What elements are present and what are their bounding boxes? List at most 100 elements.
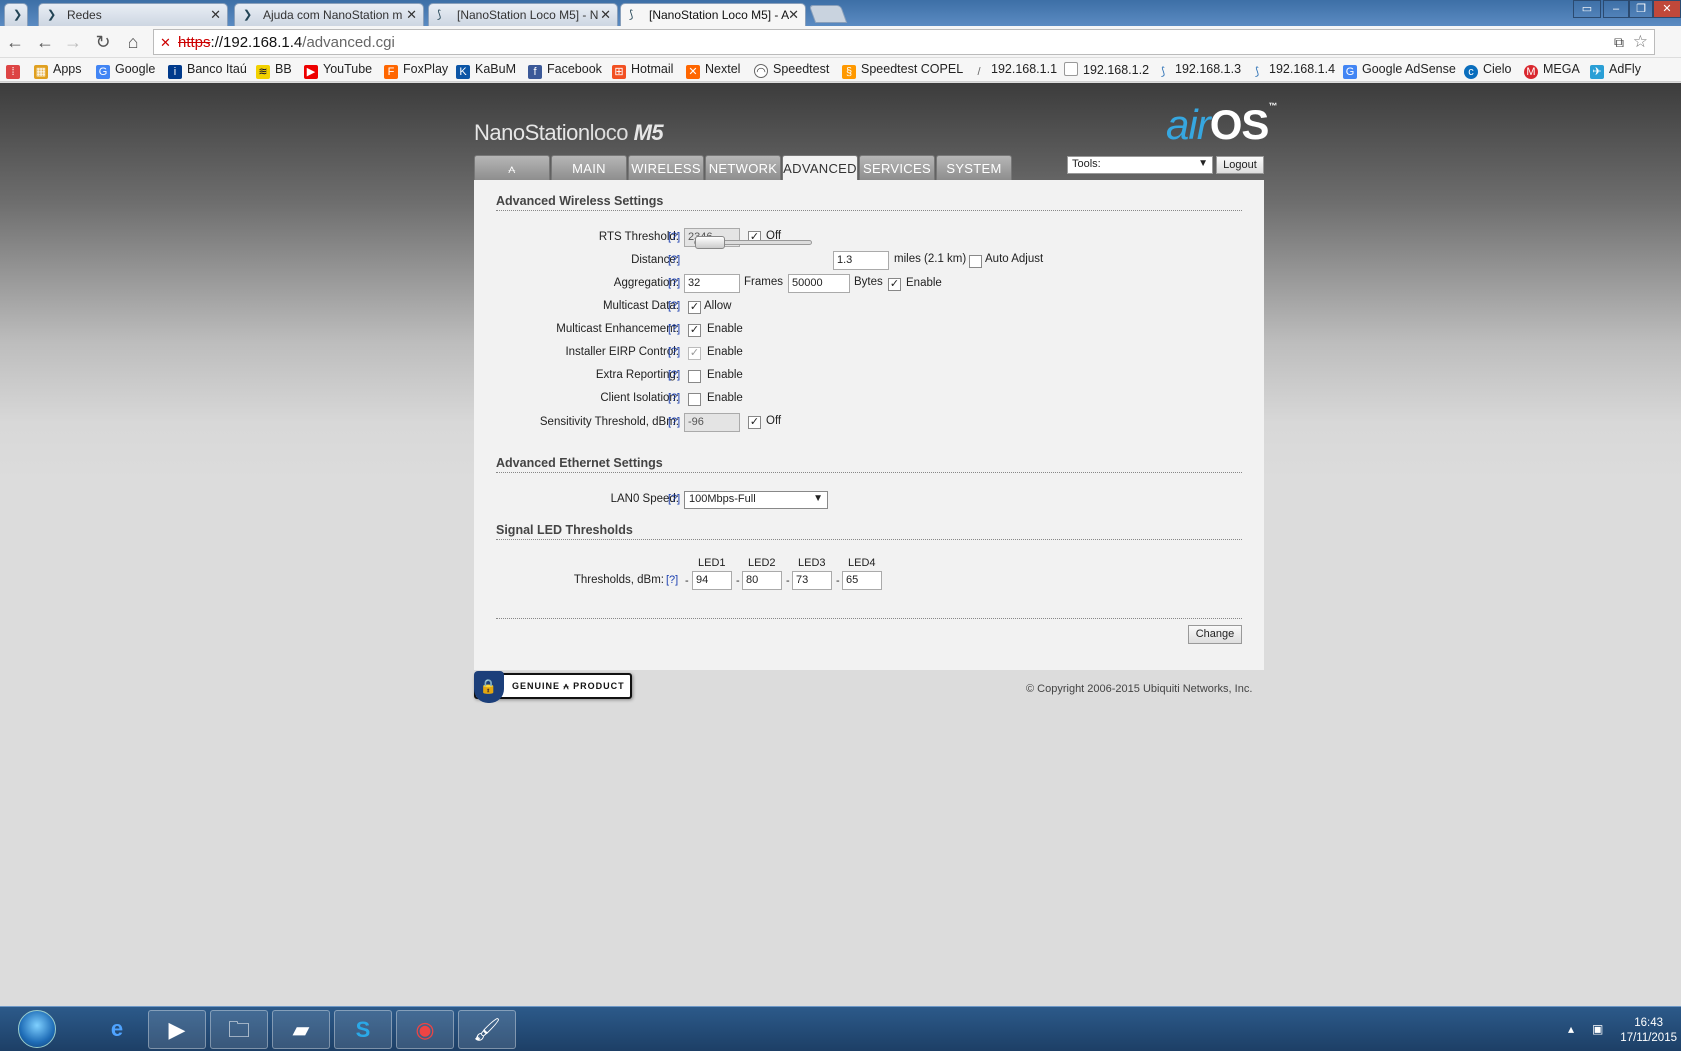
forum-icon: ❯ bbox=[47, 9, 57, 21]
bookmark-hotmail[interactable]: ⊞ Hotmail bbox=[612, 62, 673, 79]
new-tab-button[interactable] bbox=[808, 5, 848, 23]
tab-wireless[interactable]: WIRELESS bbox=[628, 155, 704, 181]
tab-ajuda[interactable]: ❯ Ajuda com NanoStation m ✕ bbox=[234, 3, 424, 26]
bookmark-mega[interactable]: M MEGA bbox=[1524, 62, 1580, 79]
bookmark-adsense[interactable]: G Google AdSense bbox=[1343, 62, 1456, 79]
bookmark-speedtest-copel[interactable]: § Speedtest COPEL bbox=[842, 62, 963, 79]
bookmark-itau[interactable]: i Banco Itaú bbox=[168, 62, 247, 79]
change-button[interactable]: Change bbox=[1188, 625, 1242, 644]
auto-adjust-checkbox[interactable] bbox=[969, 255, 982, 268]
reload-icon[interactable]: ↻ bbox=[92, 31, 114, 53]
home-icon[interactable]: ⌂ bbox=[122, 31, 144, 53]
bookmark-google[interactable]: G Google bbox=[96, 62, 155, 79]
forum-icon: ❯ bbox=[13, 9, 23, 21]
led1-threshold-input[interactable]: 94 bbox=[692, 571, 732, 590]
start-button[interactable] bbox=[18, 1010, 56, 1048]
tab-system[interactable]: SYSTEM bbox=[936, 155, 1012, 181]
bookmark-adfly[interactable]: ✈ AdFly bbox=[1590, 62, 1641, 79]
led4-threshold-input[interactable]: 65 bbox=[842, 571, 882, 590]
multicast-enhancement-help-link[interactable]: [?] bbox=[668, 323, 680, 335]
document-icon bbox=[1064, 62, 1078, 76]
aggregation-bytes-input[interactable]: 50000 bbox=[788, 274, 850, 293]
media-player-icon[interactable]: ▶ bbox=[148, 1010, 206, 1049]
back-icon[interactable]: ← bbox=[4, 31, 26, 53]
minimize-button[interactable]: – bbox=[1603, 0, 1629, 18]
tab-nanostation-active[interactable]: ⟆ [NanoStation Loco M5] - A ✕ bbox=[620, 3, 806, 26]
client-isolation-checkbox[interactable] bbox=[688, 393, 701, 406]
bookmark-nextel[interactable]: ✕ Nextel bbox=[686, 62, 740, 79]
tab-nanostation-1[interactable]: ⟆ [NanoStation Loco M5] - N ✕ bbox=[428, 3, 618, 26]
extra-reporting-checkbox[interactable] bbox=[688, 370, 701, 383]
sensitivity-help-link[interactable]: [?] bbox=[668, 416, 680, 428]
sensitivity-threshold-input[interactable]: -96 bbox=[684, 413, 740, 432]
sticky-notes-icon[interactable]: ▰ bbox=[272, 1010, 330, 1049]
bookmark-foxplay[interactable]: F FoxPlay bbox=[384, 62, 448, 79]
google-icon: G bbox=[1343, 65, 1357, 79]
eirp-help-link[interactable]: [?] bbox=[668, 346, 680, 358]
extra-reporting-help-link[interactable]: [?] bbox=[668, 369, 680, 381]
multicast-data-help-link[interactable]: [?] bbox=[668, 300, 680, 312]
address-bar[interactable]: ✕ https://192.168.1.4/advanced.cgi ⧉ ☆ bbox=[153, 29, 1655, 55]
bookmark-192-168-1-4[interactable]: ⟆ 192.168.1.4 bbox=[1250, 62, 1335, 79]
user-icon[interactable]: ▭ bbox=[1573, 0, 1601, 18]
bookmark-bb[interactable]: ≋ BB bbox=[256, 62, 292, 79]
distance-input[interactable]: 1.3 bbox=[833, 251, 889, 270]
tab-services[interactable]: SERVICES bbox=[859, 155, 935, 181]
system-clock[interactable]: 16:43 17/11/2015 bbox=[1620, 1016, 1677, 1046]
thresholds-help-link[interactable]: [?] bbox=[666, 574, 678, 586]
tab-redes[interactable]: ❯ Redes ✕ bbox=[38, 3, 228, 26]
skype-icon[interactable]: S bbox=[334, 1010, 392, 1049]
led3-threshold-input[interactable]: 73 bbox=[792, 571, 832, 590]
tab-main[interactable]: MAIN bbox=[551, 155, 627, 181]
led2-threshold-input[interactable]: 80 bbox=[742, 571, 782, 590]
star-icon[interactable]: ☆ bbox=[1633, 32, 1648, 52]
tools-dropdown[interactable]: Tools: ▼ bbox=[1067, 156, 1213, 174]
chrome-icon[interactable]: ◉ bbox=[396, 1010, 454, 1049]
facebook-icon: f bbox=[528, 65, 542, 79]
multicast-data-checkbox[interactable]: ✓ bbox=[688, 301, 701, 314]
bookmark-192-168-1-2[interactable]: 192.168.1.2 bbox=[1064, 62, 1149, 77]
apps-grid-icon[interactable]: ⁞ bbox=[6, 62, 25, 79]
close-icon[interactable]: ✕ bbox=[406, 7, 417, 23]
aggregation-help-link[interactable]: [?] bbox=[668, 277, 680, 289]
bookmark-kabum[interactable]: K KaBuM bbox=[456, 62, 516, 79]
eirp-control-checkbox[interactable]: ✓ bbox=[688, 347, 701, 360]
translate-icon[interactable]: ⧉ bbox=[1614, 34, 1624, 51]
rts-help-link[interactable]: [?] bbox=[668, 231, 680, 243]
close-icon[interactable]: ✕ bbox=[210, 7, 221, 23]
close-icon[interactable]: ✕ bbox=[788, 7, 799, 23]
close-window-button[interactable]: ✕ bbox=[1653, 0, 1681, 18]
logout-button[interactable]: Logout bbox=[1216, 156, 1264, 174]
slider-handle[interactable] bbox=[695, 236, 725, 249]
tab-pinned[interactable]: ❯ bbox=[4, 3, 28, 26]
file-explorer-icon[interactable]: 🗀 bbox=[210, 1010, 268, 1049]
bookmark-speedtest[interactable]: ◠ Speedtest bbox=[754, 62, 829, 78]
bookmark-facebook[interactable]: f Facebook bbox=[528, 62, 602, 79]
lan0-help-link[interactable]: [?] bbox=[668, 493, 680, 505]
bookmark-cielo[interactable]: c Cielo bbox=[1464, 62, 1512, 79]
bookmark-192-168-1-3[interactable]: ⟆ 192.168.1.3 bbox=[1156, 62, 1241, 79]
tab-network[interactable]: NETWORK bbox=[705, 155, 781, 181]
tab-ubiquiti-logo[interactable]: ⩜ bbox=[474, 155, 550, 181]
aggregation-enable-checkbox[interactable]: ✓ bbox=[888, 278, 901, 291]
sensitivity-off-checkbox[interactable]: ✓ bbox=[748, 416, 761, 429]
client-isolation-help-link[interactable]: [?] bbox=[668, 392, 680, 404]
tab-advanced[interactable]: ADVANCED bbox=[782, 155, 858, 181]
internet-explorer-icon[interactable]: e bbox=[88, 1010, 146, 1049]
close-icon[interactable]: ✕ bbox=[600, 7, 611, 23]
network-icon[interactable]: ▣ bbox=[1592, 1022, 1603, 1036]
tray-expand-icon[interactable]: ▴ bbox=[1568, 1022, 1574, 1036]
distance-help-link[interactable]: [?] bbox=[668, 254, 680, 266]
bookmark-192-168-1-1[interactable]: /192.168.1.1 bbox=[972, 62, 1057, 79]
forward-icon[interactable]: → bbox=[62, 31, 84, 53]
back-arrow-icon[interactable]: ← bbox=[34, 31, 56, 53]
bookmark-youtube[interactable]: ▶ YouTube bbox=[304, 62, 372, 79]
maximize-button[interactable]: ❐ bbox=[1629, 0, 1653, 18]
multicast-enhancement-checkbox[interactable]: ✓ bbox=[688, 324, 701, 337]
lan0-speed-select[interactable]: 100Mbps-Full ▼ bbox=[684, 491, 828, 509]
led-dash: - bbox=[786, 575, 790, 587]
bookmark-apps[interactable]: ▦ Apps bbox=[34, 62, 82, 79]
distance-slider[interactable] bbox=[694, 236, 812, 249]
aggregation-frames-input[interactable]: 32 bbox=[684, 274, 740, 293]
paint-icon[interactable]: 🖌 bbox=[458, 1010, 516, 1049]
